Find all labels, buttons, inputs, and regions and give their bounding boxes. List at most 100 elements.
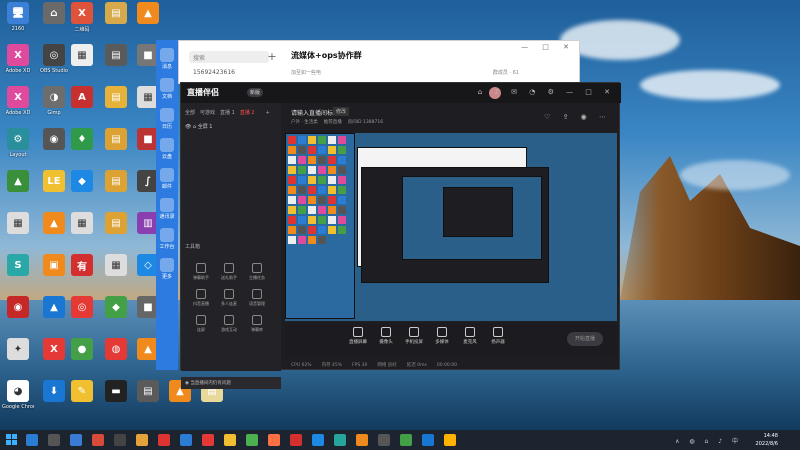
- notice-bar[interactable]: ◉ 当直播间内仍有问题: [181, 377, 281, 389]
- add-scene-icon[interactable]: +: [266, 110, 270, 116]
- chat-window-controls[interactable]: — □ ✕: [521, 43, 575, 51]
- tool-item[interactable]: 多人连麦: [215, 289, 243, 307]
- titlebar-icons[interactable]: ⌂ ♪ ✉ ◔ ⚙ — □ ✕: [478, 88, 615, 96]
- desktop-icon[interactable]: ⚙ Layout: [2, 128, 34, 158]
- desktop-icon[interactable]: ●: [66, 338, 98, 362]
- scene-tab[interactable]: 可游戏: [200, 110, 215, 116]
- taskbar-app-icon[interactable]: [268, 434, 280, 446]
- desktop-icon[interactable]: ✦: [2, 338, 34, 362]
- desktop-icon[interactable]: ▦: [66, 212, 98, 236]
- desktop-icon[interactable]: ◕ Google Chrome: [2, 380, 34, 410]
- chatbar-icon[interactable]: [160, 78, 174, 92]
- scene-tab[interactable]: 直播 1: [220, 110, 235, 116]
- start-live-button[interactable]: 开始直播: [567, 332, 603, 346]
- clock[interactable]: 14:48 2022/8/6: [756, 432, 778, 448]
- desktop-icon[interactable]: ▤: [100, 212, 132, 236]
- control-button[interactable]: 摄像头: [373, 327, 399, 345]
- member-count[interactable]: 群成员 · 61: [493, 69, 519, 76]
- tool-item[interactable]: 游戏互动: [215, 315, 243, 333]
- taskbar-app-icon[interactable]: [312, 434, 324, 446]
- desktop-icon[interactable]: S: [2, 254, 34, 278]
- room-meta-item[interactable]: 户外 · 生活类: [291, 120, 318, 125]
- taskbar-app-icon[interactable]: [136, 434, 148, 446]
- desktop-icon[interactable]: ▲: [132, 2, 164, 26]
- taskbar-app-icon[interactable]: [26, 434, 38, 446]
- add-chat-button[interactable]: +: [265, 50, 279, 64]
- desktop-icon[interactable]: ◉: [2, 296, 34, 320]
- desktop-icon[interactable]: X Adobe XD: [2, 44, 34, 74]
- windows-start-icon[interactable]: [6, 434, 18, 446]
- chatbar-icon[interactable]: [160, 168, 174, 182]
- desktop-icon[interactable]: ▤: [100, 170, 132, 194]
- control-button[interactable]: 麦克风: [457, 327, 483, 345]
- desktop-icon[interactable]: ▲: [2, 170, 34, 194]
- scene-item[interactable]: 👁 ⌂ 全屏 1: [185, 123, 212, 130]
- taskbar-app-icon[interactable]: [290, 434, 302, 446]
- room-icons[interactable]: ♡ ⇪ ◉ ⋯: [544, 113, 611, 121]
- chatbar-icon[interactable]: [160, 258, 174, 272]
- desktop-icon[interactable]: X 二维码: [66, 2, 98, 33]
- control-button[interactable]: 扬声器: [485, 327, 511, 345]
- tool-item[interactable]: 抖音直播: [187, 289, 215, 307]
- taskbar-app-icon[interactable]: [92, 434, 104, 446]
- chat-search-input[interactable]: 搜索: [189, 51, 269, 63]
- desktop-icon[interactable]: 🖥 2160: [2, 2, 34, 32]
- desktop-icon[interactable]: ▤: [100, 86, 132, 110]
- taskbar-app-icon[interactable]: [246, 434, 258, 446]
- room-meta-item[interactable]: 房间ID 1388716: [348, 120, 383, 125]
- desktop-icon[interactable]: ▦: [66, 44, 98, 68]
- room-meta-item[interactable]: 推荐直播: [324, 120, 342, 125]
- desktop-icon[interactable]: ◍: [100, 338, 132, 362]
- desktop-icon[interactable]: ♦: [66, 128, 98, 152]
- edit-title-button[interactable]: 修改: [333, 107, 350, 116]
- version-badge[interactable]: 新版: [247, 88, 264, 97]
- room-title[interactable]: 请输入直播间标题: [291, 108, 339, 117]
- stream-preview[interactable]: [285, 133, 617, 321]
- taskbar-app-icon[interactable]: [356, 434, 368, 446]
- tool-item[interactable]: 语音管理: [243, 289, 271, 307]
- tool-item[interactable]: 主播任务: [243, 263, 271, 281]
- chatbar-icon[interactable]: [160, 48, 174, 62]
- taskbar-app-icon[interactable]: [378, 434, 390, 446]
- desktop-icon[interactable]: ▤: [132, 380, 164, 404]
- taskbar-app-icon[interactable]: [158, 434, 170, 446]
- desktop-icon[interactable]: ◆: [100, 296, 132, 320]
- desktop-icon[interactable]: A: [66, 86, 98, 110]
- tool-item[interactable]: 连屏: [187, 315, 215, 333]
- control-button[interactable]: 直播屏幕: [345, 327, 371, 345]
- taskbar-app-icon[interactable]: [114, 434, 126, 446]
- chatbar-icon[interactable]: [160, 138, 174, 152]
- taskbar-app-icon[interactable]: [48, 434, 60, 446]
- app-icon: ▦: [7, 212, 29, 234]
- taskbar-app-icon[interactable]: [444, 434, 456, 446]
- taskbar-app-icon[interactable]: [400, 434, 412, 446]
- desktop-icon[interactable]: 有: [66, 254, 98, 278]
- control-button[interactable]: 手机投屏: [401, 327, 427, 345]
- taskbar-app-icon[interactable]: [202, 434, 214, 446]
- desktop-icon[interactable]: ▦: [2, 212, 34, 236]
- taskbar-app-icon[interactable]: [180, 434, 192, 446]
- chatbar-icon[interactable]: [160, 108, 174, 122]
- desktop-icon[interactable]: X Adobe XD: [2, 86, 34, 116]
- desktop-icon[interactable]: ▤: [100, 128, 132, 152]
- tool-item[interactable]: 送礼助手: [215, 263, 243, 281]
- tool-item[interactable]: 弹幕助手: [187, 263, 215, 281]
- tool-item[interactable]: 弹幕库: [243, 315, 271, 333]
- taskbar-app-icon[interactable]: [334, 434, 346, 446]
- desktop-icon[interactable]: ▦: [100, 254, 132, 278]
- system-tray[interactable]: ∧ ◍ ⌂ ♪ 中: [675, 436, 742, 445]
- desktop-icon[interactable]: ▤: [100, 44, 132, 68]
- desktop-icon[interactable]: ▤: [100, 2, 132, 26]
- taskbar-app-icon[interactable]: [422, 434, 434, 446]
- scene-tab[interactable]: 全部: [185, 110, 195, 116]
- chatbar-icon[interactable]: [160, 228, 174, 242]
- desktop-icon[interactable]: ▬: [100, 380, 132, 404]
- desktop-icon[interactable]: ✎: [66, 380, 98, 404]
- desktop-icon[interactable]: ◆: [66, 170, 98, 194]
- desktop-icon[interactable]: ◎: [66, 296, 98, 320]
- scene-tab[interactable]: 直播 2: [240, 110, 255, 116]
- chatbar-icon[interactable]: [160, 198, 174, 212]
- taskbar-app-icon[interactable]: [224, 434, 236, 446]
- control-button[interactable]: 多媒体: [429, 327, 455, 345]
- taskbar-app-icon[interactable]: [70, 434, 82, 446]
